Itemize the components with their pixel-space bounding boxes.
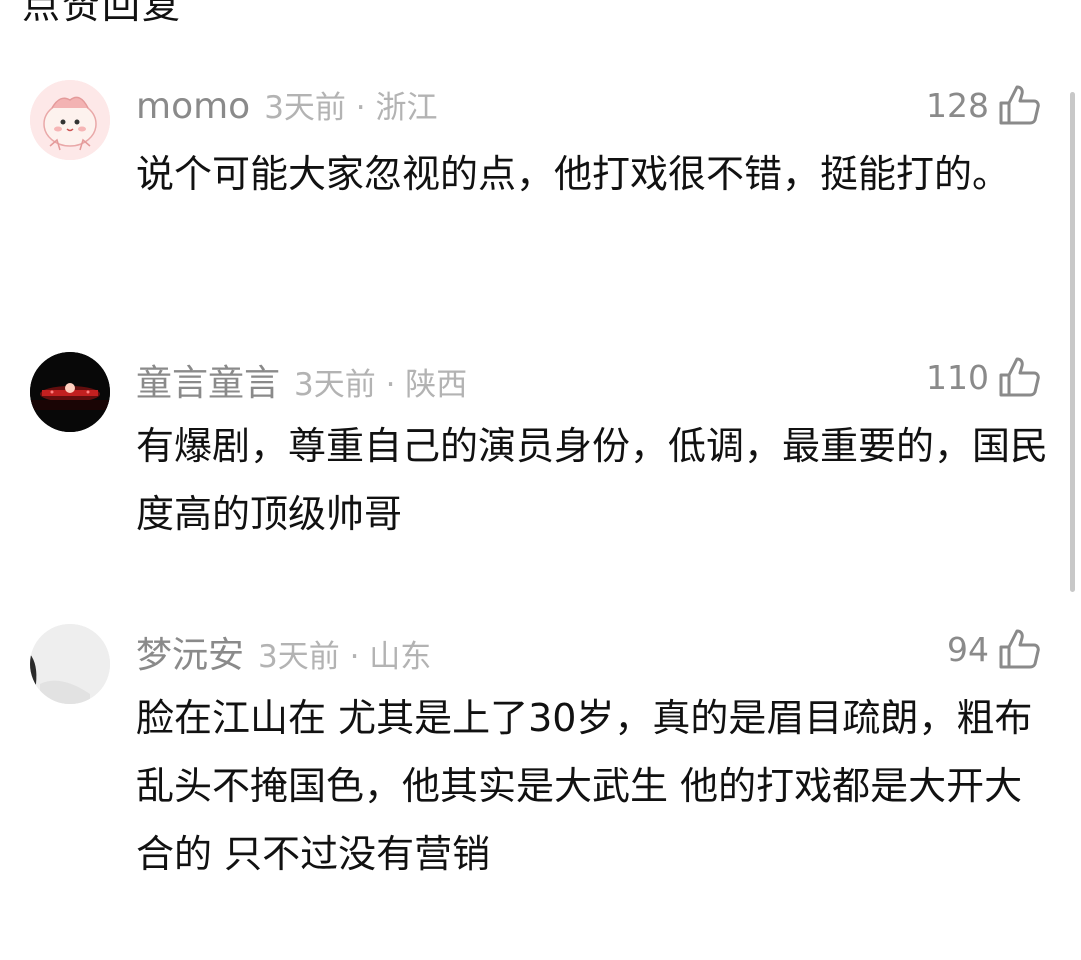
- photo-icon: [30, 624, 110, 704]
- comment-meta: 童言童言 3天前 · 陕西: [136, 354, 467, 404]
- cartoon-bun-icon: [30, 80, 110, 160]
- thumbs-up-icon: [997, 355, 1041, 399]
- comment-meta: 梦沅安 3天前 · 山东: [136, 626, 431, 676]
- avatar[interactable]: [30, 352, 110, 432]
- like-count: 128: [926, 85, 989, 125]
- cut-off-header-text: 点赞回复: [22, 0, 183, 27]
- time-location: 3天前 · 浙江: [264, 90, 438, 126]
- like-count: 110: [926, 357, 989, 397]
- avatar[interactable]: [30, 80, 110, 160]
- comment-meta: momo 3天前 · 浙江: [136, 82, 438, 127]
- like-count: 94: [947, 629, 989, 669]
- scrollbar[interactable]: [1070, 92, 1075, 592]
- thumbs-up-icon: [997, 627, 1041, 671]
- concert-photo-icon: [30, 352, 110, 432]
- thumbs-up-icon: [997, 83, 1041, 127]
- avatar[interactable]: [30, 624, 110, 704]
- time-location: 3天前 · 山东: [258, 639, 432, 675]
- username[interactable]: 童言童言: [136, 354, 280, 406]
- time-location: 3天前 · 陕西: [294, 367, 468, 403]
- like-button[interactable]: 128: [926, 80, 1041, 130]
- comment-text: 脸在江山在 尤其是上了30岁，真的是眉目疏朗，粗布乱头不掩国色，他其实是大武生 …: [136, 696, 1033, 876]
- username[interactable]: 梦沅安: [136, 626, 244, 678]
- comment-text: 有爆剧，尊重自己的演员身份，低调，最重要的，国民度高的顶级帅哥: [136, 424, 1049, 536]
- username[interactable]: momo: [136, 86, 250, 127]
- like-button[interactable]: 110: [926, 352, 1041, 402]
- like-button[interactable]: 94: [947, 624, 1041, 674]
- comment-text: 说个可能大家忽视的点，他打戏很不错，挺能打的。: [136, 152, 1011, 196]
